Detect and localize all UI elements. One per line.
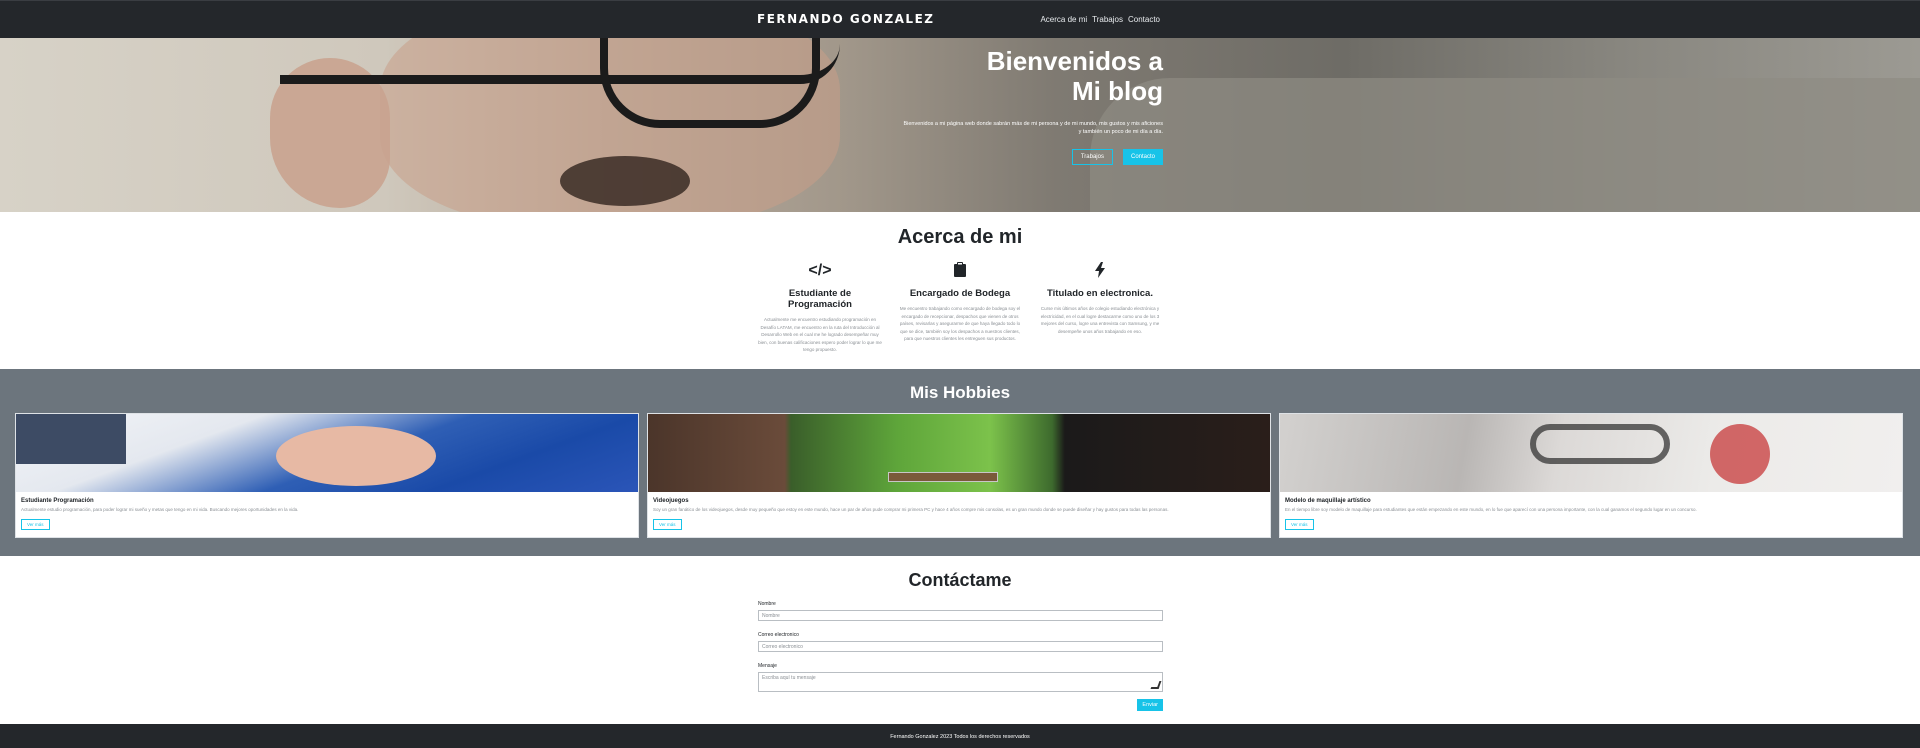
- resize-handle-icon[interactable]: [1150, 681, 1162, 689]
- navbar: FERNANDO GONZALEZ Acerca de mi Trabajos …: [0, 0, 1920, 38]
- card-image-keyboard: [16, 414, 638, 492]
- about-item-electronica: Titulado en electronica. Curse mis últim…: [1036, 262, 1164, 354]
- message-placeholder: Escriba aquí tu mensaje: [762, 675, 816, 681]
- card-title: Modelo de maquillaje artístico: [1285, 498, 1371, 504]
- hobby-card-videojuegos: Videojuegos Soy un gran fanático de los …: [647, 413, 1271, 538]
- trabajos-button[interactable]: Trabajos: [1071, 149, 1113, 165]
- contact-form: Nombre Nombre Correo electronico Correo …: [758, 601, 1163, 711]
- message-label: Mensaje: [758, 663, 777, 669]
- hobbies-section: Mis Hobbies Estudiante Programación Actu…: [0, 369, 1920, 556]
- about-columns: </> Estudiante de Programación Actualmen…: [756, 262, 1164, 354]
- ver-mas-button[interactable]: Ver más: [1285, 519, 1314, 530]
- card-image-makeup: [1280, 414, 1902, 492]
- hero-title-line2: Mi blog: [1072, 76, 1163, 106]
- clipboard-icon: [896, 262, 1024, 282]
- hero-title-line1: Bienvenidos a: [986, 46, 1163, 76]
- card-body: Videojuegos Soy un gran fanático de los …: [648, 492, 1270, 537]
- about-item-programacion: </> Estudiante de Programación Actualmen…: [756, 262, 884, 354]
- bolt-icon: [1036, 262, 1164, 282]
- hero-photo-mustache: [560, 156, 690, 206]
- hobbies-title: Mis Hobbies: [909, 383, 1011, 402]
- hobby-card-programacion: Estudiante Programación Actualmente estu…: [15, 413, 639, 538]
- brand-logo[interactable]: FERNANDO GONZALEZ: [757, 12, 934, 26]
- about-item-text: Curse mis últimos años de colegio estudi…: [1040, 306, 1160, 334]
- contacto-button[interactable]: Contacto: [1122, 149, 1163, 165]
- hero-buttons: Trabajos Contacto: [903, 149, 1163, 165]
- ver-mas-button[interactable]: Ver más: [21, 519, 50, 530]
- card-body: Estudiante Programación Actualmente estu…: [16, 492, 638, 537]
- name-label: Nombre: [758, 601, 776, 607]
- card-text: En el tiempo libre soy modelo de maquill…: [1285, 507, 1697, 512]
- contact-title: Contáctame: [908, 570, 1012, 590]
- hero-photo-lens: [600, 38, 820, 128]
- hero-subtitle: Bienvenidos a mi página web donde sabrán…: [903, 121, 1163, 135]
- code-icon: </>: [808, 262, 832, 279]
- ver-mas-button[interactable]: Ver más: [653, 519, 682, 530]
- footer: Fernando Gonzalez 2023 Todos los derecho…: [0, 724, 1920, 748]
- name-field[interactable]: Nombre: [758, 610, 1163, 621]
- about-item-title: Encargado de Bodega: [909, 288, 1011, 299]
- card-text: Soy un gran fanático de los videojuegos,…: [653, 507, 1169, 512]
- hero-title: Bienvenidos a Mi blog: [903, 46, 1163, 106]
- hobby-cards: Estudiante Programación Actualmente estu…: [15, 413, 1905, 538]
- about-item-title: Estudiante de Programación: [788, 288, 852, 310]
- hero-section: Bienvenidos a Mi blog Bienvenidos a mi p…: [0, 38, 1920, 212]
- about-item-text: Actualmente me encuentro estudiando prog…: [758, 317, 882, 352]
- card-image-minecraft: [648, 414, 1270, 492]
- send-button[interactable]: Enviar: [1137, 699, 1163, 711]
- card-title: Estudiante Programación: [21, 498, 94, 504]
- nav-link-contacto[interactable]: Contacto: [1128, 15, 1160, 24]
- about-item-bodega: Encargado de Bodega Me encuentro trabaja…: [896, 262, 1024, 354]
- card-body: Modelo de maquillaje artístico En el tie…: [1280, 492, 1902, 537]
- hero-photo-background: [1090, 78, 1920, 212]
- card-title: Videojuegos: [653, 498, 689, 504]
- hobby-card-maquillaje: Modelo de maquillaje artístico En el tie…: [1279, 413, 1903, 538]
- message-field[interactable]: Escriba aquí tu mensaje: [758, 672, 1163, 692]
- nav-link-trabajos[interactable]: Trabajos: [1092, 15, 1123, 24]
- email-label: Correo electronico: [758, 632, 799, 638]
- about-title: Acerca de mi: [897, 226, 1023, 248]
- nav-links: Acerca de mi Trabajos Contacto: [1040, 15, 1160, 24]
- card-text: Actualmente estudio programación, para p…: [21, 507, 299, 512]
- nav-link-acerca[interactable]: Acerca de mi: [1040, 15, 1087, 24]
- hero-content: Bienvenidos a Mi blog Bienvenidos a mi p…: [903, 46, 1163, 165]
- about-item-text: Me encuentro trabajando como encargado d…: [899, 306, 1021, 341]
- about-item-title: Titulado en electronica.: [1047, 288, 1153, 299]
- email-field[interactable]: Correo electronico: [758, 641, 1163, 652]
